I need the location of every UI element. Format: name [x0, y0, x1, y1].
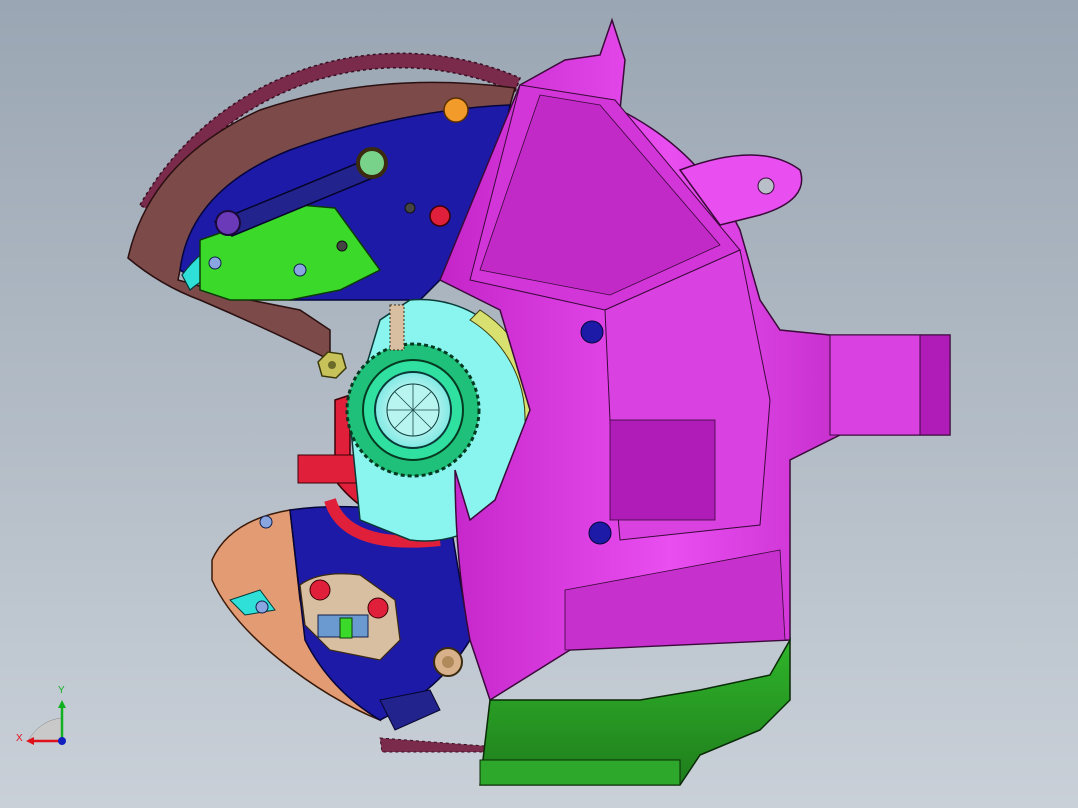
x-axis-label: X: [16, 733, 23, 744]
cad-viewport[interactable]: Y X: [0, 0, 1078, 808]
cad-model[interactable]: [0, 0, 1078, 808]
ring-gear-lower: [379, 737, 486, 753]
y-axis-label: Y: [58, 685, 65, 696]
axis-triad: Y X: [10, 686, 80, 752]
